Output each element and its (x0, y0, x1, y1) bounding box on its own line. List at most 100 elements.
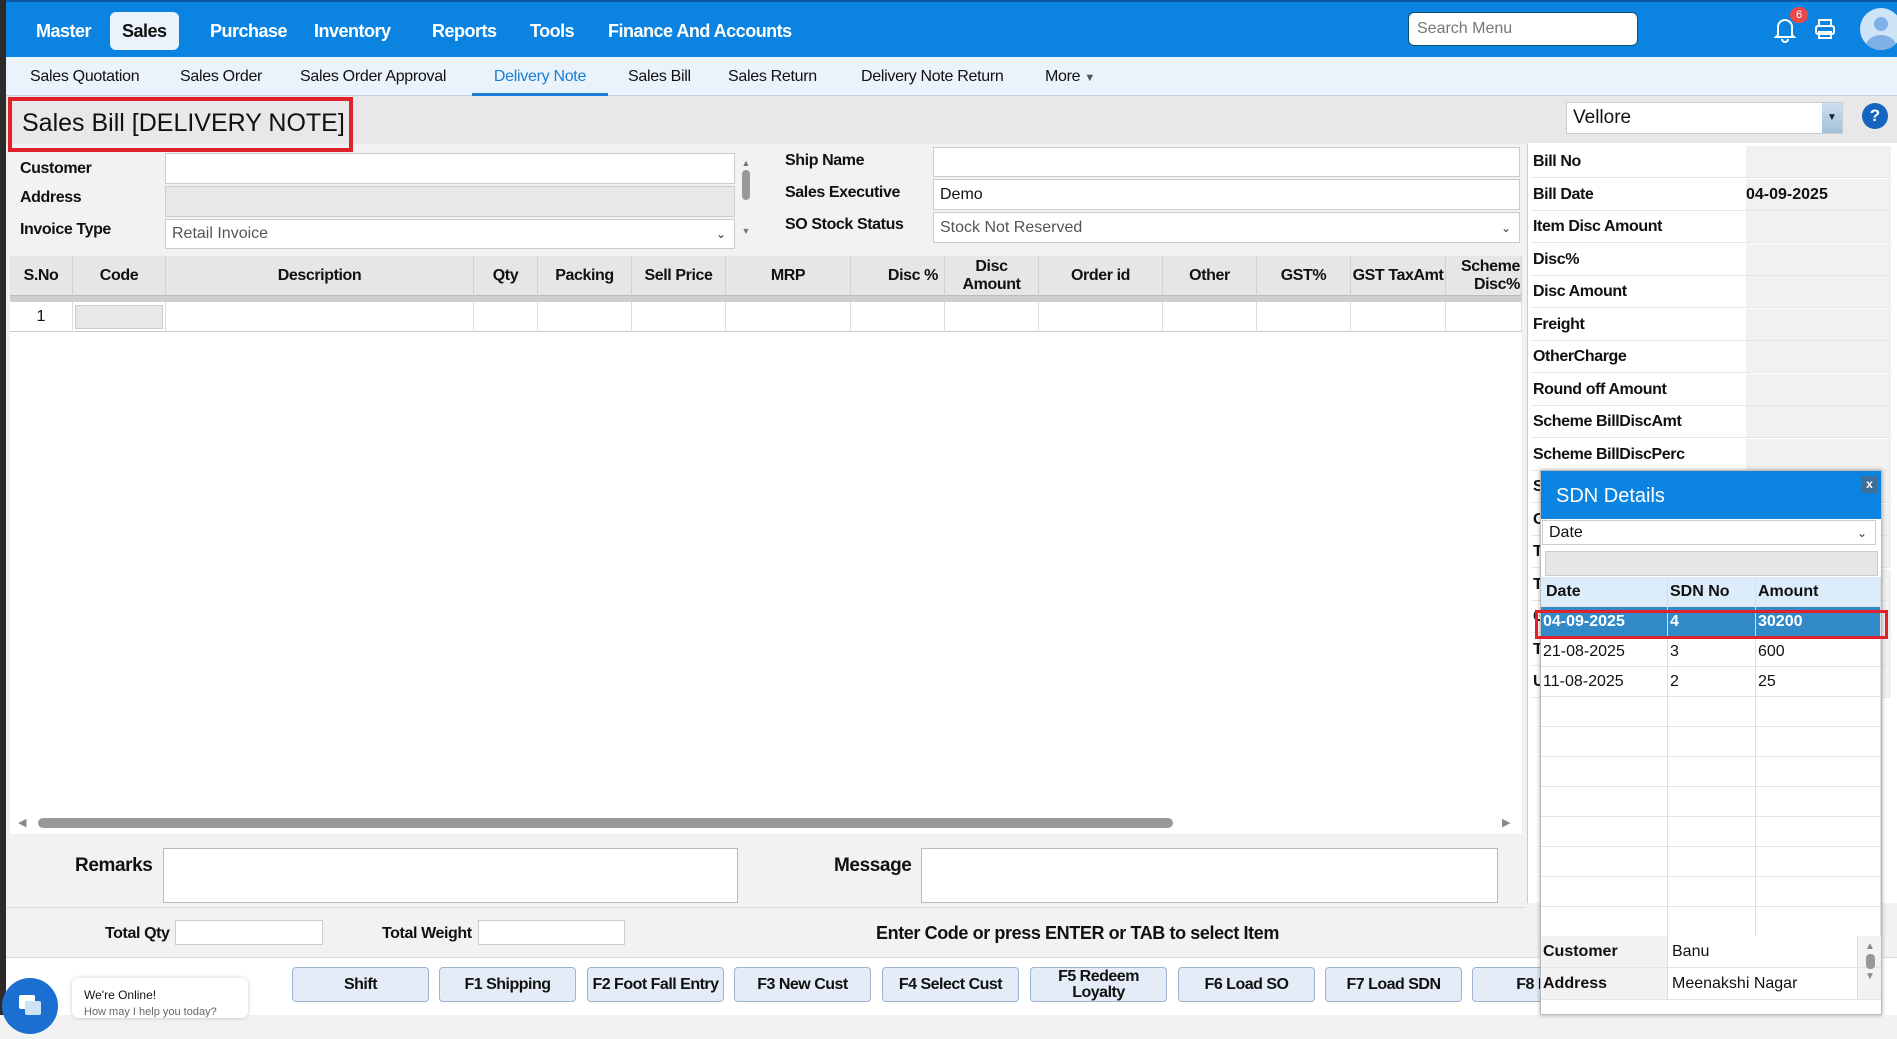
cell-sell-price[interactable] (632, 302, 726, 332)
sdn-row[interactable] (1541, 847, 1881, 877)
dropdown-arrow-icon: ▼ (1822, 103, 1842, 133)
col-qty: Qty (474, 256, 538, 296)
filter-select[interactable]: Date ⌄ (1542, 520, 1876, 545)
subnav-delivery-note[interactable]: Delivery Note (472, 57, 608, 96)
function-button[interactable]: F4 Select Cust (882, 967, 1019, 1002)
cell-gst-taxamt[interactable] (1351, 302, 1446, 332)
cell-scheme-disc[interactable] (1446, 302, 1522, 332)
cell-description[interactable] (166, 302, 474, 332)
cell-disc-amount[interactable] (945, 302, 1039, 332)
col-description: Description (166, 256, 474, 296)
subnav-sales-bill[interactable]: Sales Bill (616, 57, 703, 96)
horizontal-scrollbar[interactable]: ◀ ▶ (10, 812, 1522, 834)
subnav-sales-order-approval[interactable]: Sales Order Approval (288, 57, 458, 96)
cell-code[interactable] (73, 302, 166, 332)
nav-finance[interactable]: Finance And Accounts (596, 12, 804, 50)
popup-address-value: Meenakshi Nagar (1668, 968, 1858, 999)
entry-hint: Enter Code or press ENTER or TAB to sele… (876, 923, 1279, 943)
nav-purchase[interactable]: Purchase (198, 12, 299, 50)
divider (6, 907, 1526, 908)
col-gst-pct: GST% (1257, 256, 1351, 296)
sdn-row[interactable] (1541, 787, 1881, 817)
cell-qty[interactable] (474, 302, 538, 332)
function-button[interactable]: F1 Shipping (439, 967, 576, 1002)
user-avatar[interactable] (1860, 8, 1897, 50)
customer-input[interactable] (165, 153, 735, 184)
nav-tools[interactable]: Tools (518, 12, 586, 50)
printer-icon[interactable] (1814, 18, 1836, 40)
sdn-row[interactable] (1541, 877, 1881, 907)
more-label: More (1045, 68, 1081, 85)
cell-disc-pct[interactable] (851, 302, 945, 332)
cell-packing[interactable] (538, 302, 632, 332)
summary-label: Disc% (1533, 250, 1580, 268)
chat-bubble[interactable]: We're Online! How may I help you today? (72, 978, 248, 1018)
function-button[interactable]: F5 Redeem Loyalty (1030, 967, 1167, 1002)
sdn-no: 3 (1668, 637, 1756, 666)
subnav-sales-quotation[interactable]: Sales Quotation (18, 57, 151, 96)
search-menu-input[interactable] (1408, 12, 1638, 46)
summary-row: Scheme BillDiscPerc (1531, 438, 1891, 471)
close-icon[interactable]: x (1861, 476, 1878, 493)
summary-value (1746, 373, 1891, 405)
total-weight-input[interactable] (478, 920, 625, 945)
cell-other[interactable] (1163, 302, 1257, 332)
branch-select[interactable]: Vellore ▼ (1566, 102, 1843, 134)
scroll-right-icon[interactable]: ▶ (1502, 816, 1510, 829)
summary-value (1746, 146, 1891, 177)
total-qty-input[interactable] (175, 920, 323, 945)
subnav-delivery-note-return[interactable]: Delivery Note Return (849, 57, 1016, 96)
sdn-row[interactable] (1541, 817, 1881, 847)
sales-exec-input[interactable]: Demo (933, 179, 1520, 210)
cell-order-id[interactable] (1039, 302, 1163, 332)
sdn-row[interactable] (1541, 697, 1881, 727)
summary-row: Round off Amount (1531, 373, 1891, 406)
ship-name-input[interactable] (933, 147, 1520, 177)
summary-label: Bill Date (1533, 185, 1594, 203)
summary-row: Freight (1531, 308, 1891, 341)
form-scrollbar[interactable]: ▲ ▼ (740, 158, 752, 246)
summary-value (1746, 276, 1891, 307)
help-icon[interactable]: ? (1862, 103, 1888, 129)
sub-nav: Sales Quotation Sales Order Sales Order … (6, 57, 1897, 96)
invoice-type-select[interactable]: Retail Invoice ⌄ (165, 219, 735, 249)
remarks-textarea[interactable] (163, 848, 738, 903)
subnav-sales-return[interactable]: Sales Return (716, 57, 829, 96)
sdn-row[interactable] (1541, 907, 1881, 937)
cell-mrp[interactable] (726, 302, 851, 332)
sdn-row[interactable] (1541, 727, 1881, 757)
function-button[interactable]: F3 New Cust (734, 967, 871, 1002)
scrollbar-thumb[interactable] (38, 818, 1173, 828)
cell-gst-pct[interactable] (1257, 302, 1351, 332)
so-stock-select[interactable]: Stock Not Reserved ⌄ (933, 212, 1520, 243)
subnav-more[interactable]: More ▼ (1033, 57, 1107, 96)
summary-label: Item Disc Amount (1533, 218, 1663, 235)
sdn-row[interactable]: 11-08-2025 2 25 (1541, 667, 1881, 697)
nav-reports[interactable]: Reports (420, 12, 509, 50)
address-input[interactable] (165, 186, 735, 217)
nav-sales[interactable]: Sales (110, 12, 179, 50)
col-gst-taxamt: GST TaxAmt (1351, 256, 1446, 296)
filter-search-input[interactable] (1545, 551, 1878, 576)
function-button[interactable]: F2 Foot Fall Entry (587, 967, 724, 1002)
chat-icon[interactable] (2, 978, 58, 1034)
summary-label: Disc Amount (1533, 283, 1627, 300)
sdn-row[interactable] (1541, 757, 1881, 787)
chevron-down-icon: ⌄ (1500, 220, 1511, 235)
invoice-type-label: Invoice Type (20, 221, 111, 238)
function-button[interactable]: F6 Load SO (1178, 967, 1315, 1002)
scroll-left-icon[interactable]: ◀ (18, 816, 26, 829)
nav-master[interactable]: Master (24, 12, 103, 50)
nav-inventory[interactable]: Inventory (302, 12, 403, 50)
message-textarea[interactable] (921, 848, 1498, 903)
subnav-sales-order[interactable]: Sales Order (168, 57, 274, 96)
table-row[interactable]: 1 (10, 302, 1522, 332)
function-button[interactable]: Shift (292, 967, 429, 1002)
col-scheme-disc: Scheme Disc% (1446, 256, 1522, 296)
popup-scrollbar[interactable]: ▲ ▼ (1863, 941, 1877, 1001)
total-weight-label: Total Weight (382, 925, 472, 942)
function-button[interactable]: F7 Load SDN (1325, 967, 1462, 1002)
items-grid-header: S.No Code Description Qty Packing Sell P… (10, 256, 1522, 296)
sdn-date: 11-08-2025 (1541, 667, 1668, 696)
sdn-row[interactable]: 21-08-2025 3 600 (1541, 637, 1881, 667)
